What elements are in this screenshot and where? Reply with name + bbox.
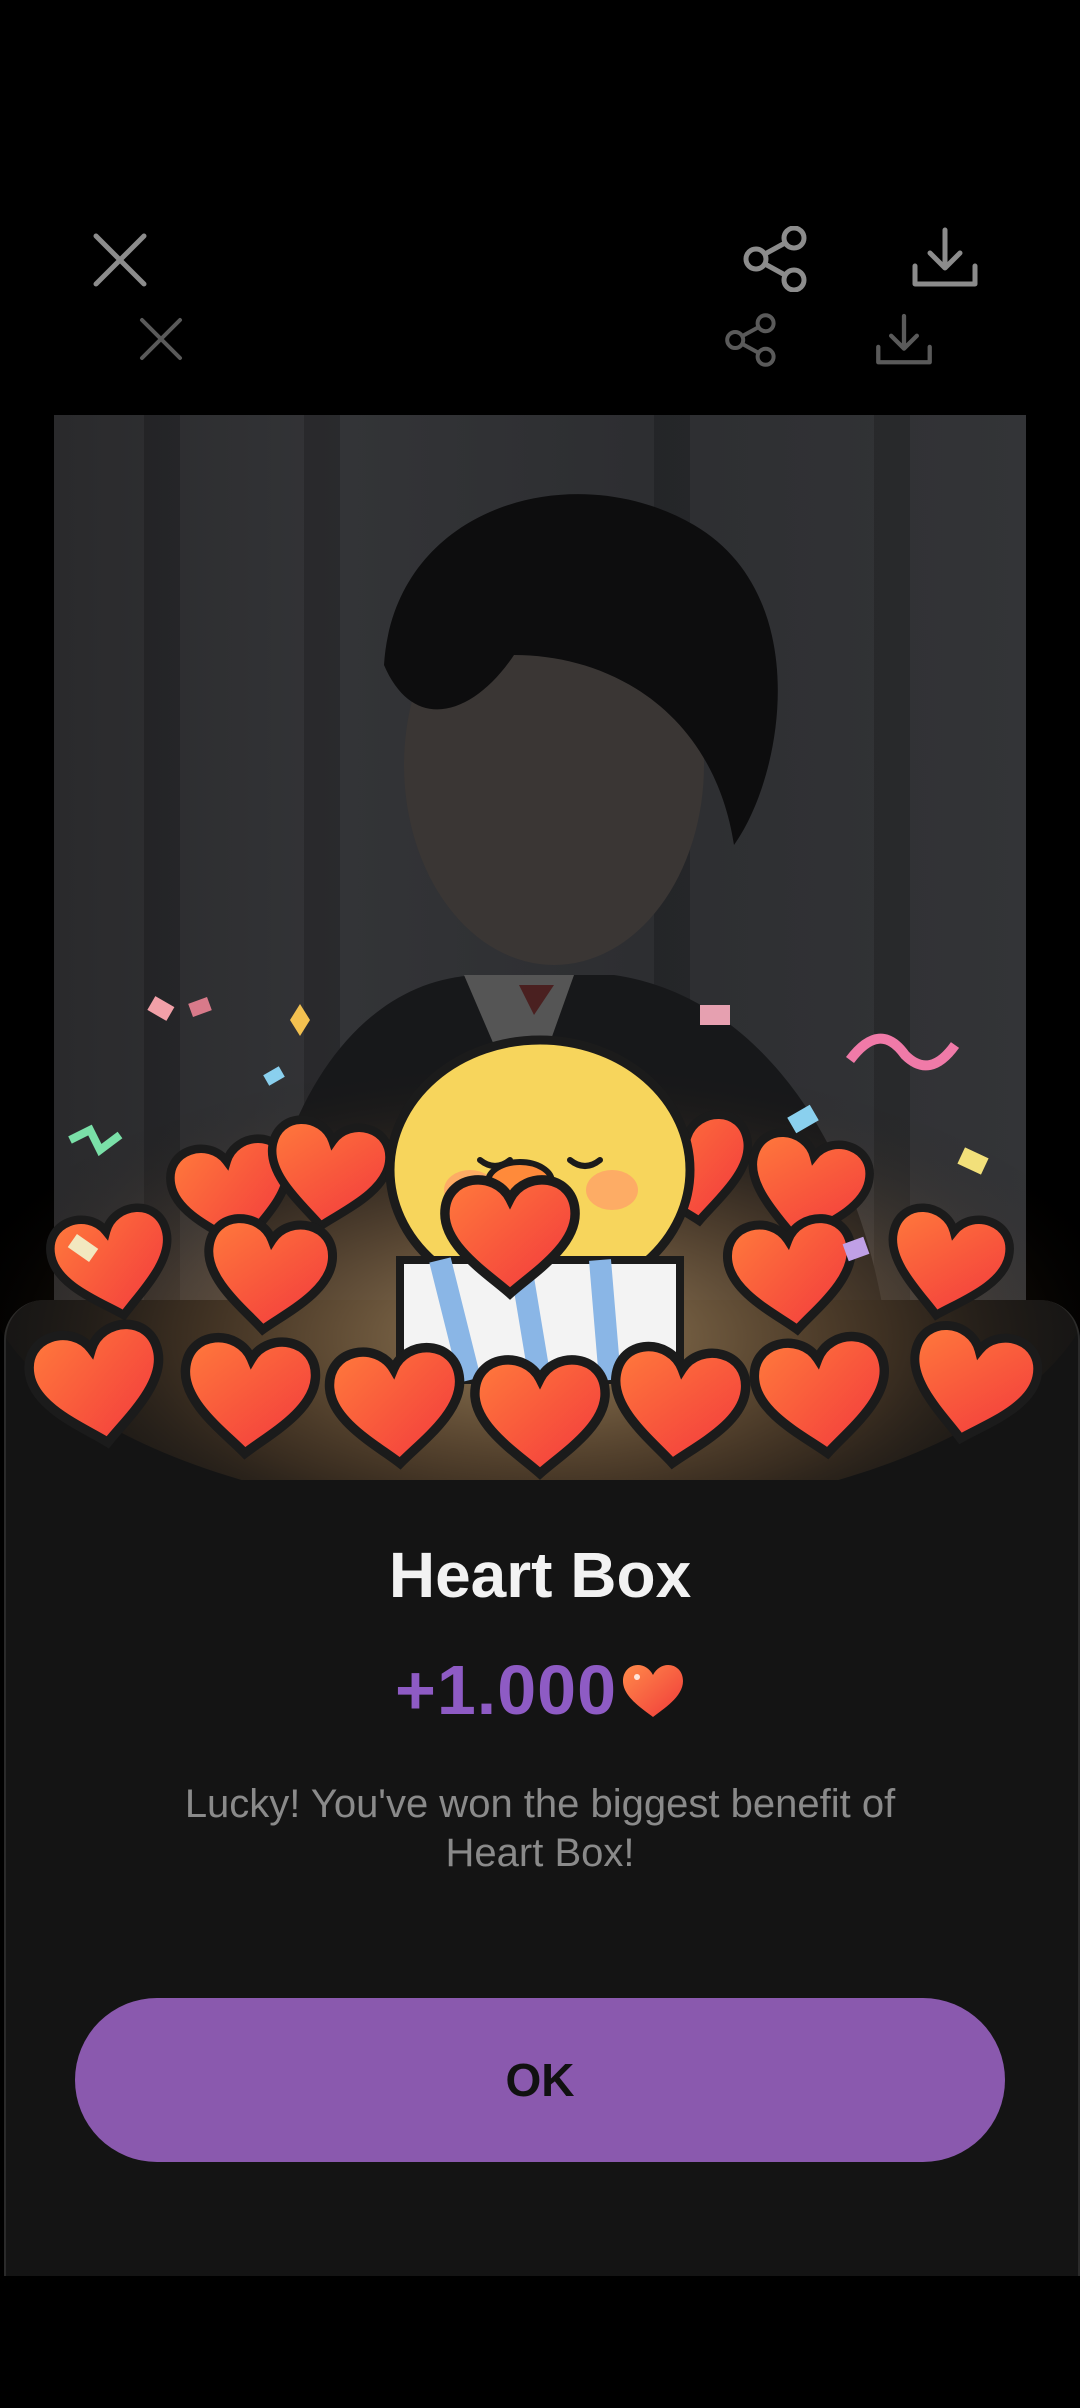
close-icon[interactable]: [90, 230, 150, 290]
close-icon: [140, 318, 182, 360]
download-icon: [876, 313, 932, 365]
share-icon: [725, 313, 776, 367]
heart-box-illustration: [0, 996, 1080, 1480]
reward-description: Lucky! You've won the biggest benefit of…: [184, 1782, 896, 1875]
reward-title: Heart Box: [388, 1539, 692, 1611]
ok-button[interactable]: OK: [75, 1998, 1005, 2162]
share-icon[interactable]: [742, 226, 812, 292]
download-icon[interactable]: [910, 226, 980, 290]
system-nav-bar: [0, 2276, 1080, 2408]
reward-amount-row: +1.000: [0, 1650, 1080, 1730]
heart-icon: [623, 1664, 684, 1717]
reward-amount: +1.000: [394, 1651, 618, 1729]
